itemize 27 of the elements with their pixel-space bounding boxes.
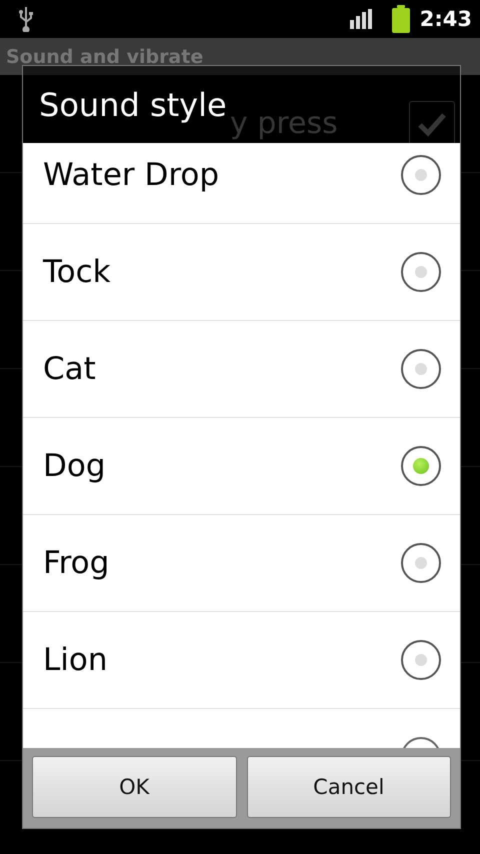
option-row[interactable]: Tock <box>23 224 460 321</box>
check-icon <box>417 110 447 136</box>
option-label: Tock <box>43 254 112 290</box>
radio-button[interactable] <box>401 349 441 389</box>
option-label: Cat <box>43 351 97 387</box>
usb-icon <box>18 6 34 32</box>
radio-button[interactable] <box>401 446 441 486</box>
option-row[interactable]: Water Drop <box>23 143 460 224</box>
radio-button[interactable] <box>401 640 441 680</box>
radio-button[interactable] <box>401 543 441 583</box>
option-label: Frog <box>43 545 110 581</box>
option-label: Lion <box>43 642 108 678</box>
screen-title: Sound and vibrate <box>6 46 204 68</box>
clock-time: 2:43 <box>420 7 472 31</box>
radio-button[interactable] <box>401 252 441 292</box>
dialog-button[interactable]: Cancel <box>246 756 451 818</box>
option-row[interactable]: Frog <box>23 515 460 612</box>
option-row[interactable]: Lion <box>23 612 460 709</box>
option-label: Dog <box>43 448 107 484</box>
radio-button[interactable] <box>401 155 441 195</box>
battery-icon <box>392 5 410 33</box>
dialog-button[interactable]: OK <box>32 756 236 818</box>
dialog-title: Sound style <box>39 86 227 124</box>
signal-icon <box>350 9 374 29</box>
option-row[interactable]: Cat <box>23 321 460 418</box>
option-row[interactable]: Dog <box>23 418 460 515</box>
option-label: Water Drop <box>43 157 220 193</box>
